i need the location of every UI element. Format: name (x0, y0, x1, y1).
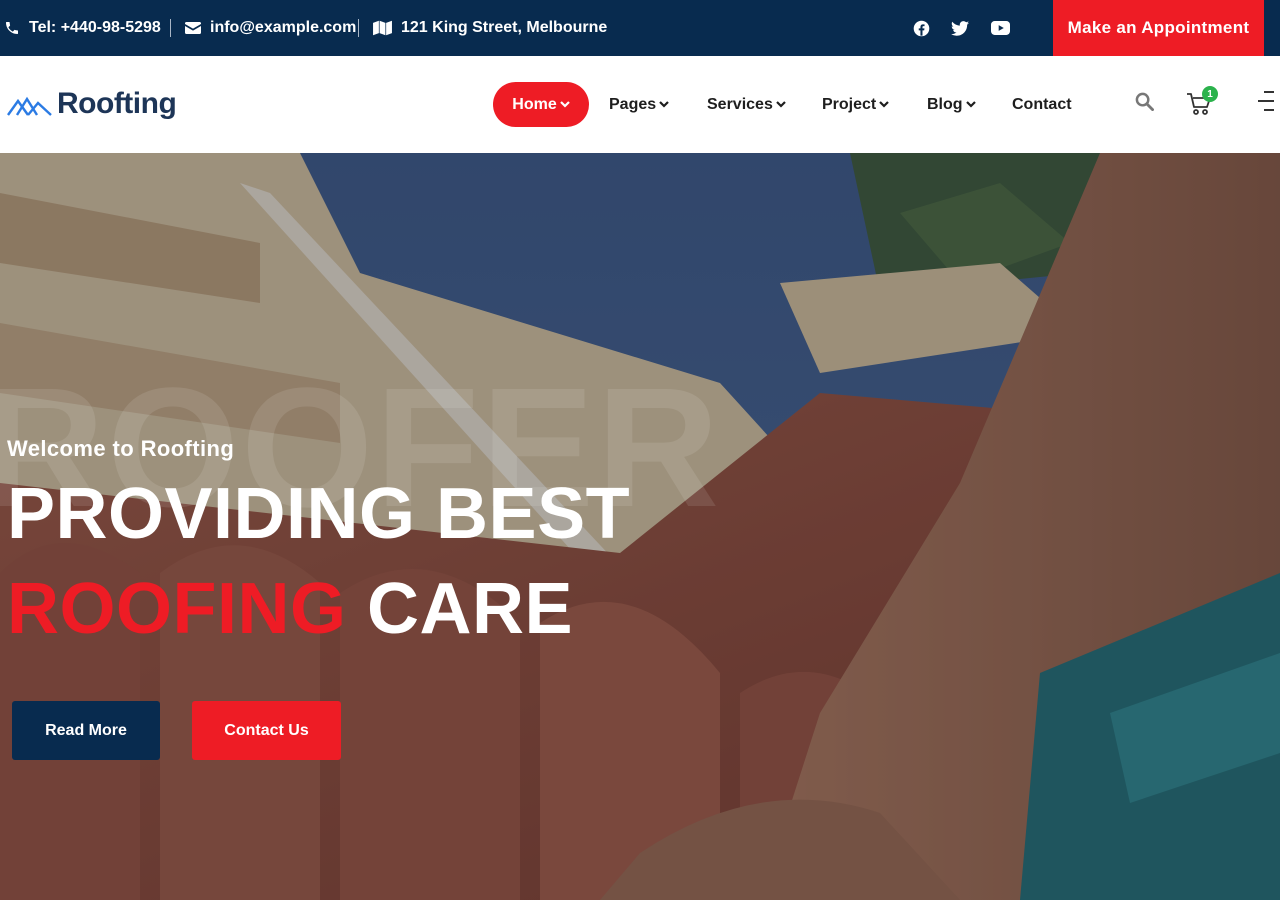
nav-label: Contact (1012, 95, 1072, 113)
hero-title-rest: CARE (367, 569, 574, 649)
logo-text: Roofting (57, 87, 177, 120)
chevron-down-icon (559, 101, 570, 108)
main-header: Roofting Home Pages Services Project Blo… (0, 56, 1280, 153)
email-contact[interactable]: info@example.com (185, 0, 356, 56)
menu-icon[interactable] (1256, 90, 1274, 117)
envelope-icon (185, 22, 201, 34)
address-text: 121 King Street, Melbourne (401, 19, 608, 36)
nav-label: Services (707, 95, 773, 113)
chevron-down-icon (659, 101, 669, 108)
roof-logo-icon (7, 96, 52, 116)
map-icon (373, 20, 392, 36)
chevron-down-icon (879, 101, 890, 108)
address-contact[interactable]: 121 King Street, Melbourne (373, 0, 607, 56)
top-bar: Tel: +440-98-5298 info@example.com 121 K… (0, 0, 1280, 56)
nav-item-home[interactable]: Home (493, 82, 589, 127)
hero-title-line1: PROVIDING BEST (7, 474, 631, 554)
nav-label: Home (512, 95, 557, 113)
youtube-icon[interactable] (988, 16, 1012, 40)
nav-item-project[interactable]: Project (822, 82, 890, 127)
email-text: info@example.com (210, 19, 357, 36)
nav-label: Project (822, 95, 877, 113)
contact-us-button[interactable]: Contact Us (192, 701, 341, 760)
nav-item-contact[interactable]: Contact (1012, 82, 1072, 127)
phone-contact[interactable]: Tel: +440-98-5298 (4, 0, 161, 56)
nav-label: Blog (927, 95, 963, 113)
nav-label: Pages (609, 95, 657, 113)
hero-section: ROOFER Welcome to Roofting PROVIDING BES… (0, 153, 1280, 900)
phone-text: Tel: +440-98-5298 (29, 19, 161, 36)
chevron-down-icon (965, 101, 976, 108)
hero-title-line2: ROOFING CARE (7, 573, 573, 645)
hero-title-accent: ROOFING (7, 569, 347, 649)
phone-icon (6, 22, 18, 34)
facebook-icon[interactable] (909, 16, 933, 40)
nav-item-pages[interactable]: Pages (609, 82, 669, 127)
search-icon[interactable] (1135, 92, 1154, 116)
hero-subtitle: Welcome to Roofting (7, 436, 235, 461)
cart-count-badge: 1 (1202, 86, 1218, 102)
twitter-icon[interactable] (948, 16, 972, 40)
divider (170, 19, 171, 37)
chevron-down-icon (776, 101, 786, 108)
nav-item-services[interactable]: Services (707, 82, 786, 127)
divider (358, 19, 359, 37)
make-appointment-button[interactable]: Make an Appointment (1053, 0, 1264, 56)
nav-item-blog[interactable]: Blog (927, 82, 976, 127)
read-more-button[interactable]: Read More (12, 701, 160, 760)
logo[interactable]: Roofting (7, 86, 177, 122)
